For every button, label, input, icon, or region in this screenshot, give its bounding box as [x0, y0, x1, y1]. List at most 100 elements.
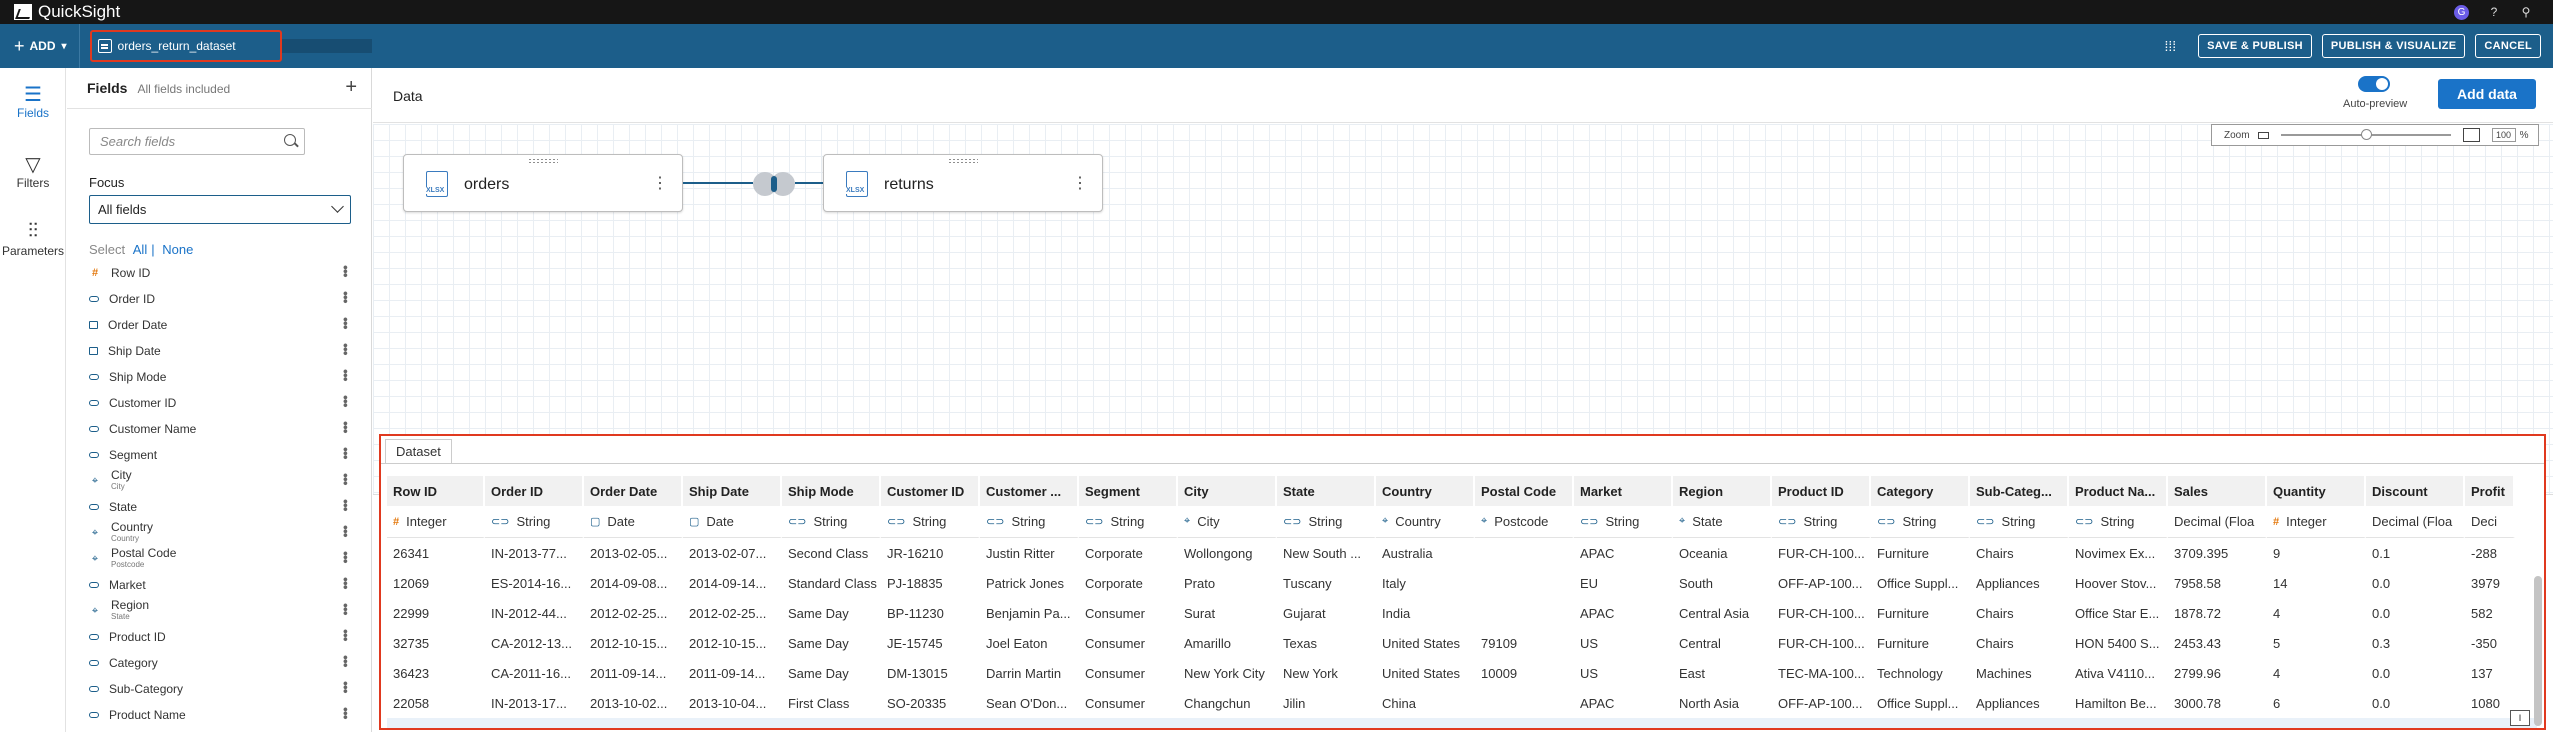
field-menu-icon[interactable]: •••	[338, 421, 354, 433]
select-all-link[interactable]: All	[133, 242, 147, 257]
column-header[interactable]: Order Date	[584, 476, 683, 506]
column-type-selector[interactable]: ⊂⊃ String	[2069, 506, 2168, 538]
column-header[interactable]: Quantity	[2267, 476, 2366, 506]
field-menu-icon[interactable]: •••	[338, 551, 354, 563]
column-type-selector[interactable]: Deci	[2465, 506, 2515, 538]
account-badge-icon[interactable]: G	[2454, 4, 2469, 20]
field-menu-icon[interactable]: •••	[338, 681, 354, 693]
zoom-slider-thumb[interactable]	[2360, 129, 2372, 140]
field-menu-icon[interactable]: •••	[338, 525, 354, 537]
column-header[interactable]: Ship Mode	[782, 476, 881, 506]
field-menu-icon[interactable]: •••	[338, 447, 354, 459]
field-item[interactable]: Ship Date •••	[89, 338, 354, 364]
field-menu-icon[interactable]: •••	[338, 577, 354, 589]
column-header[interactable]: Ship Date	[683, 476, 782, 506]
field-item[interactable]: ⌖ Postal Code Postcode •••	[89, 546, 354, 572]
field-item[interactable]: Order Date •••	[89, 312, 354, 338]
field-item[interactable]: # Row ID •••	[89, 260, 354, 286]
column-type-selector[interactable]: Decimal (Floa	[2366, 506, 2465, 538]
zoom-out-icon[interactable]	[2257, 131, 2269, 139]
field-item[interactable]: Customer ID •••	[89, 390, 354, 416]
column-type-selector[interactable]: # Integer	[387, 506, 485, 538]
join-icon[interactable]	[753, 172, 801, 196]
field-item[interactable]: Market •••	[89, 572, 354, 598]
column-type-selector[interactable]: ⊂⊃ String	[1772, 506, 1871, 538]
node-menu-icon[interactable]: ⋮	[652, 173, 668, 193]
text-cursor-icon[interactable]: I	[2510, 710, 2530, 726]
rail-item-fields[interactable]: ☰ Fields	[0, 82, 66, 120]
column-header[interactable]: Product ID	[1772, 476, 1871, 506]
field-item[interactable]: Category •••	[89, 650, 354, 676]
cancel-button[interactable]: CANCEL	[2475, 34, 2541, 58]
column-type-selector[interactable]: ▢ Date	[584, 506, 683, 538]
rail-item-filters[interactable]: ▽ Filters	[0, 152, 66, 190]
field-menu-icon[interactable]: •••	[338, 499, 354, 511]
field-item[interactable]: ⌖ Country Country •••	[89, 520, 354, 546]
field-item[interactable]: Sub-Category •••	[89, 676, 354, 702]
column-type-selector[interactable]: # Integer	[2267, 506, 2366, 538]
column-header[interactable]: Product Na...	[2069, 476, 2168, 506]
dataset-name-input-track[interactable]	[281, 39, 372, 53]
column-header[interactable]: City	[1178, 476, 1277, 506]
column-type-selector[interactable]: ⌖ City	[1178, 506, 1277, 538]
field-menu-icon[interactable]: •••	[338, 291, 354, 303]
column-type-selector[interactable]: ⌖ Postcode	[1475, 506, 1574, 538]
column-header[interactable]: Region	[1673, 476, 1772, 506]
source-node-returns[interactable]: returns ⋮	[823, 154, 1103, 212]
field-item[interactable]: Ship Mode •••	[89, 364, 354, 390]
field-menu-icon[interactable]: •••	[338, 629, 354, 641]
node-menu-icon[interactable]: ⋮	[1072, 173, 1088, 193]
field-menu-icon[interactable]: •••	[338, 473, 354, 485]
help-icon[interactable]: ?	[2487, 5, 2501, 19]
column-type-selector[interactable]: ⊂⊃ String	[782, 506, 881, 538]
column-type-selector[interactable]: ⊂⊃ String	[1574, 506, 1673, 538]
add-button[interactable]: + ADD ▾	[14, 24, 80, 68]
column-type-selector[interactable]: ⊂⊃ String	[1277, 506, 1376, 538]
column-header[interactable]: Sales	[2168, 476, 2267, 506]
focus-select[interactable]: All fields	[89, 195, 351, 224]
column-header[interactable]: Discount	[2366, 476, 2465, 506]
field-item[interactable]: ⌖ Region State •••	[89, 598, 354, 624]
column-type-selector[interactable]: ⊂⊃ String	[1970, 506, 2069, 538]
tab-dataset[interactable]: Dataset	[385, 439, 452, 463]
field-menu-icon[interactable]: •••	[338, 265, 354, 277]
field-menu-icon[interactable]: •••	[338, 343, 354, 355]
field-item[interactable]: Order ID •••	[89, 286, 354, 312]
column-type-selector[interactable]: ▢ Date	[683, 506, 782, 538]
drag-handle-icon[interactable]	[528, 158, 558, 163]
field-item[interactable]: Customer Name •••	[89, 416, 354, 442]
quicksight-logo[interactable]: QuickSight	[14, 2, 120, 22]
field-menu-icon[interactable]: •••	[338, 369, 354, 381]
add-field-plus-icon[interactable]: +	[345, 76, 357, 99]
field-menu-icon[interactable]: •••	[338, 603, 354, 615]
column-header[interactable]: Country	[1376, 476, 1475, 506]
column-header[interactable]: Row ID	[387, 476, 485, 506]
publish-visualize-button[interactable]: PUBLISH & VISUALIZE	[2321, 34, 2466, 58]
select-none-link[interactable]: None	[162, 242, 193, 257]
column-header[interactable]: Segment	[1079, 476, 1178, 506]
zoom-value[interactable]: 100	[2491, 128, 2516, 142]
field-menu-icon[interactable]: •••	[338, 317, 354, 329]
column-type-selector[interactable]: Decimal (Floa	[2168, 506, 2267, 538]
column-header[interactable]: Sub-Categ...	[1970, 476, 2069, 506]
add-data-button[interactable]: Add data	[2438, 79, 2536, 109]
column-header[interactable]: Customer ID	[881, 476, 980, 506]
column-type-selector[interactable]: ⊂⊃ String	[485, 506, 584, 538]
source-node-orders[interactable]: orders ⋮	[403, 154, 683, 212]
column-header[interactable]: Order ID	[485, 476, 584, 506]
field-item[interactable]: Product Name •••	[89, 702, 354, 728]
column-type-selector[interactable]: ⊂⊃ String	[1871, 506, 1970, 538]
auto-preview-toggle[interactable]	[2358, 76, 2390, 92]
field-menu-icon[interactable]: •••	[338, 655, 354, 667]
field-item[interactable]: Product ID •••	[89, 624, 354, 650]
column-header[interactable]: State	[1277, 476, 1376, 506]
column-type-selector[interactable]: ⊂⊃ String	[1079, 506, 1178, 538]
column-header[interactable]: Category	[1871, 476, 1970, 506]
field-item[interactable]: Segment •••	[89, 442, 354, 468]
sheet-grid-icon[interactable]: ⁞⁞⁞	[2165, 38, 2177, 54]
field-menu-icon[interactable]: •••	[338, 707, 354, 719]
field-menu-icon[interactable]: •••	[338, 395, 354, 407]
field-item[interactable]: State •••	[89, 494, 354, 520]
dataset-name-field[interactable]: orders_return_dataset	[89, 30, 282, 62]
field-item[interactable]: ⌖ City City •••	[89, 468, 354, 494]
